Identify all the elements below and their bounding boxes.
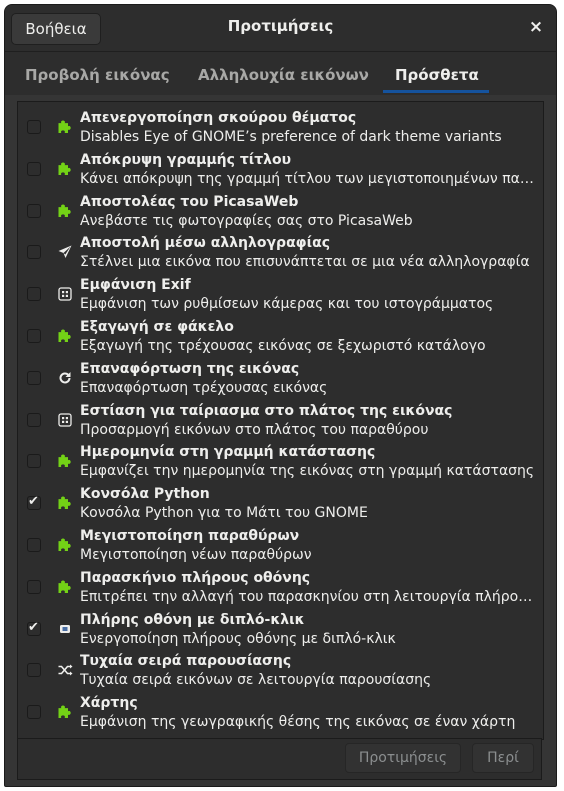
- plugin-title: Εμφάνιση Exif: [80, 277, 191, 294]
- plugin-description: Εμφάνιση των ρυθμίσεων κάμερας και του ι…: [80, 296, 494, 313]
- plugin-enable-checkbox[interactable]: [27, 663, 41, 678]
- plugin-description: Κονσόλα Python για το Μάτι του GNOME: [80, 505, 368, 522]
- plugin-about-button[interactable]: Περί: [472, 743, 534, 773]
- plugin-title: Εστίαση για ταίριασμα στο πλάτος της εικ…: [80, 402, 453, 419]
- puzzle-icon: [57, 161, 73, 177]
- plugin-description: Κάνει απόκρυψη της γραμμή τίτλου των μεγ…: [80, 170, 540, 187]
- close-icon[interactable]: ×: [526, 17, 546, 37]
- plugin-actions-bar: Προτιμήσεις Περί: [17, 738, 542, 780]
- plugin-description: Εμφανίζει την ημερομηνία της εικόνας στη…: [80, 463, 535, 480]
- plugin-title: Εξαγωγή σε φάκελο: [80, 319, 234, 335]
- plugin-enable-checkbox[interactable]: [27, 705, 41, 720]
- plugin-row[interactable]: Εμφάνιση Exif Εμφάνιση των ρυθμίσεων κάμε…: [18, 273, 543, 315]
- plugin-row[interactable]: Εξαγωγή σε φάκελο Εξαγωγή της τρέχουσας ε…: [18, 315, 543, 357]
- puzzle-icon: [57, 203, 73, 219]
- plugin-row[interactable]: Απενεργοποίηση σκούρου θέματος Disables E…: [18, 106, 543, 148]
- plugin-title: Επαναφόρτωση της εικόνας: [80, 360, 300, 377]
- tab-plugins[interactable]: Πρόσθετα: [395, 66, 479, 84]
- active-tab-indicator: [383, 90, 489, 93]
- plugin-preferences-button[interactable]: Προτιμήσεις: [345, 743, 461, 773]
- plugin-enable-checkbox[interactable]: [27, 538, 41, 552]
- puzzle-icon: [57, 453, 73, 469]
- preferences-window: Βοήθεια Προτιμήσεις × Προβολή εικόνας Αλ…: [4, 4, 557, 787]
- plugin-enable-checkbox[interactable]: [27, 454, 41, 469]
- puzzle-icon: [57, 495, 73, 511]
- plugin-enable-checkbox[interactable]: [27, 494, 41, 511]
- plugin-enable-checkbox[interactable]: [27, 120, 41, 134]
- puzzle-icon: [57, 579, 73, 595]
- titlebar: Βοήθεια Προτιμήσεις ×: [5, 5, 556, 52]
- plugin-enable-checkbox[interactable]: [27, 161, 41, 176]
- puzzle-icon: [57, 328, 73, 344]
- plugin-description: Εμφάνιση της γεωγραφικής θέσης της εικόν…: [80, 714, 516, 731]
- plugin-title: Πλήρης οθόνη με διπλό-κλικ: [80, 611, 305, 628]
- plugin-title: Τυχαία σειρά παρουσίασης: [80, 653, 292, 670]
- plugin-row[interactable]: Κονσόλα Python Κονσόλα Python για το Μάτι…: [18, 482, 543, 524]
- puzzle-icon: [57, 704, 73, 720]
- plugin-description: Τυχαία σειρά εικόνων σε λειτουργία παρου…: [80, 672, 432, 689]
- exif-icon: [57, 286, 73, 302]
- plugin-description: Μεγιστοποίηση νέων παραθύρων: [80, 547, 312, 563]
- plugin-enable-checkbox[interactable]: [27, 370, 41, 385]
- plugin-row[interactable]: Πλήρης οθόνη με διπλό-κλικ Ενεργοποίηση π…: [18, 608, 543, 650]
- plugin-row[interactable]: Χάρτης Εμφάνιση της γεωγραφικής θέσης της…: [18, 691, 543, 733]
- plugin-enable-checkbox[interactable]: [27, 579, 41, 594]
- plugin-row[interactable]: Ημερομηνία στη γραμμή κατάστασης Εμφανίζε…: [18, 440, 543, 482]
- plugin-title: Απόκρυψη γραμμής τίτλου: [80, 151, 292, 168]
- window-title: Προτιμήσεις: [227, 17, 334, 35]
- plugin-row[interactable]: Απόκρυψη γραμμής τίτλου Κάνει απόκρυψη τη…: [18, 148, 543, 190]
- plugin-description: Επαναφόρτωση τρέχουσας εικόνας: [80, 379, 328, 396]
- shuffle-icon: [57, 662, 73, 678]
- fullscreen-icon: [57, 621, 73, 637]
- plugin-enable-checkbox[interactable]: [27, 287, 41, 302]
- plugin-row[interactable]: Παρασκήνιο πλήρους οθόνης Επιτρέπει την α…: [18, 566, 543, 608]
- plugin-row[interactable]: Αποστολή μέσω αλληλογραφίας Στέλνει μια ε…: [18, 231, 543, 273]
- plugin-row[interactable]: Αποστολέας του PicasaWeb Ανεβάστε τις φωτ…: [18, 190, 543, 232]
- puzzle-icon: [57, 119, 73, 135]
- plugin-title: Παρασκήνιο πλήρους οθόνης: [80, 569, 311, 586]
- plugin-enable-checkbox[interactable]: [27, 329, 41, 343]
- plugin-description: Ενεργοποίηση πλήρους οθόνης με διπλό-κλι…: [80, 630, 396, 647]
- plugin-title: Αποστολή μέσω αλληλογραφίας: [80, 235, 331, 252]
- puzzle-icon: [57, 537, 73, 553]
- plugin-enable-checkbox[interactable]: [27, 203, 41, 218]
- send-icon: [57, 244, 73, 260]
- plugin-title: Απενεργοποίηση σκούρου θέματος: [80, 110, 357, 126]
- tab-bar: Προβολή εικόνας Αλληλουχία εικόνων Πρόσθ…: [5, 52, 556, 95]
- plugin-description: Ανεβάστε τις φωτογραφίες σας στο PicasaW…: [80, 212, 413, 229]
- plugin-row[interactable]: Επαναφόρτωση της εικόνας Επαναφόρτωση τρέ…: [18, 357, 543, 399]
- plugin-description: Επιτρέπει την αλλαγή του παρασκηνίου στη…: [80, 588, 540, 605]
- plugin-enable-checkbox[interactable]: [27, 412, 41, 427]
- plugin-enable-checkbox[interactable]: [27, 245, 41, 260]
- plugin-list[interactable]: Απενεργοποίηση σκούρου θέματος Disables E…: [17, 101, 544, 740]
- plugin-title: Κονσόλα Python: [80, 486, 210, 503]
- zoom-fit-icon: [57, 412, 73, 428]
- plugin-title: Ημερομηνία στη γραμμή κατάστασης: [80, 444, 376, 461]
- plugin-description: Προσαρμογή εικόνων στο πλάτος του παραθύ…: [80, 421, 429, 438]
- plugin-enable-checkbox[interactable]: [27, 620, 41, 636]
- plugin-description: Εξαγωγή της τρέχουσας εικόνας σε ξεχωρισ…: [80, 338, 486, 354]
- plugin-description: Disables Eye of GNOME’s preference of da…: [80, 129, 502, 145]
- plugin-row[interactable]: Τυχαία σειρά παρουσίασης Τυχαία σειρά εικ…: [18, 649, 543, 691]
- tab-slideshow[interactable]: Αλληλουχία εικόνων: [198, 66, 369, 84]
- plugin-title: Αποστολέας του PicasaWeb: [80, 193, 299, 210]
- plugin-title: Χάρτης: [80, 695, 138, 712]
- plugin-title: Μεγιστοποίηση παραθύρων: [80, 528, 300, 544]
- reload-icon: [57, 370, 73, 386]
- tab-image-view[interactable]: Προβολή εικόνας: [25, 66, 170, 84]
- plugin-row[interactable]: Εστίαση για ταίριασμα στο πλάτος της εικ…: [18, 399, 543, 441]
- plugin-row[interactable]: Μεγιστοποίηση παραθύρων Μεγιστοποίηση νέω…: [18, 524, 543, 566]
- plugin-description: Στέλνει μια εικόνα που επισυνάπτεται σε …: [80, 254, 530, 271]
